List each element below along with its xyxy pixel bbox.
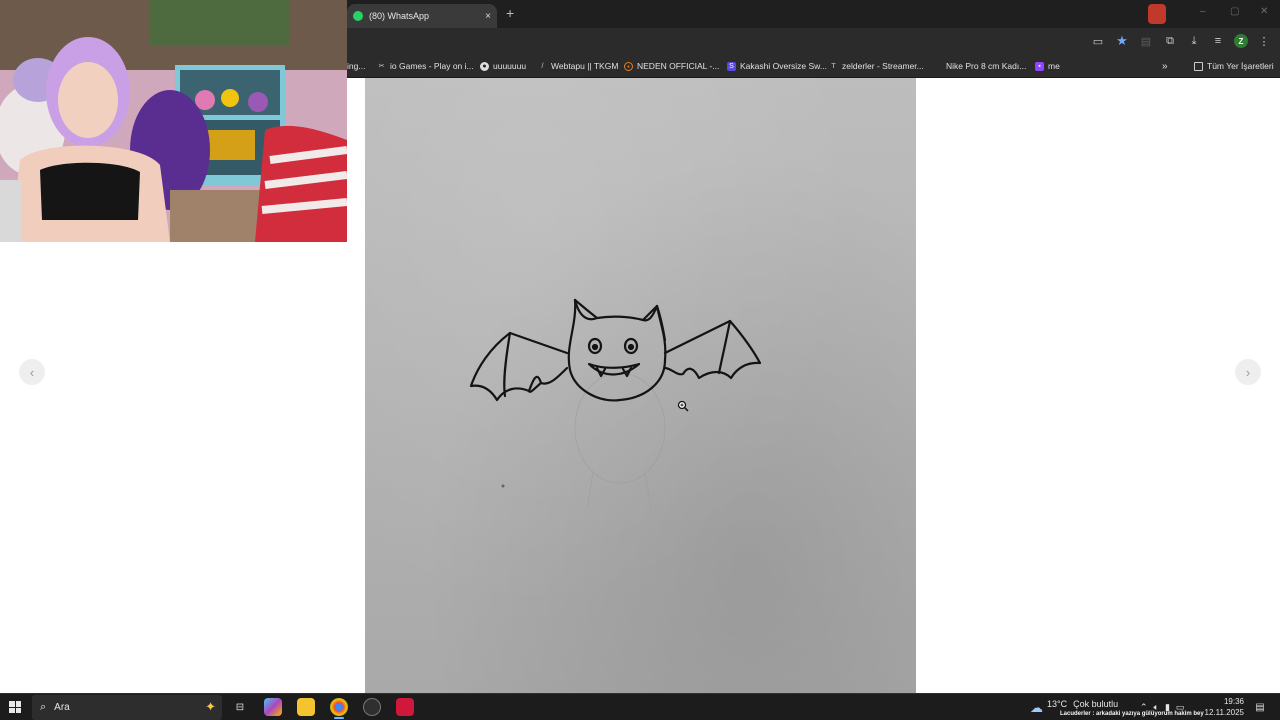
tab-title: (80) WhatsApp	[369, 11, 430, 21]
toolbar-icons: ▭ ★ ▤ ⧉ ⤓ ≡ Z ⋮	[1090, 33, 1272, 49]
opera-gx-icon[interactable]	[396, 698, 414, 716]
maximize-icon[interactable]: ▢	[1230, 6, 1239, 17]
shopier-icon: S	[727, 61, 736, 71]
cast-icon[interactable]: ▭	[1090, 33, 1106, 49]
tt-icon: T	[831, 62, 836, 70]
task-view-icon[interactable]: ⊟	[231, 698, 249, 716]
media-control-icon[interactable]: ≡	[1210, 33, 1226, 49]
windows-taskbar: ⌕ Ara ✦ ⊟ ☁ 13°C Çok bulutlu Lacuderler …	[0, 693, 1280, 720]
bookmark-item[interactable]: ✂ io Games - Play on i...	[377, 61, 474, 71]
file-explorer-icon[interactable]	[297, 698, 315, 716]
obs-icon[interactable]	[363, 698, 381, 716]
system-tray: ⌃ 🔈︎ ▮ ▭	[1140, 694, 1184, 720]
all-bookmarks-button[interactable]: Tüm Yer İşaretleri	[1194, 61, 1274, 71]
close-window-icon[interactable]: ✕	[1260, 6, 1268, 17]
chrome-active-indicator	[334, 717, 344, 719]
bookmark-star-icon[interactable]: ★	[1114, 33, 1130, 49]
taskbar-clock[interactable]: 19:36 12.11.2025	[1205, 696, 1244, 718]
bookmark-item[interactable]: S Kakashi Oversize Sw...	[727, 61, 827, 71]
microphone-icon[interactable]: ▮	[1165, 702, 1170, 713]
search-icon: ⌕	[40, 701, 47, 713]
bookmark-item[interactable]: • NEDEN OFFICIAL -...	[624, 61, 719, 71]
clock-time: 19:36	[1223, 697, 1244, 706]
reading-list-icon[interactable]: ▤	[1138, 33, 1154, 49]
extensions-icon[interactable]: ⧉	[1162, 33, 1178, 49]
next-image-button[interactable]: ›	[1235, 359, 1261, 385]
speaker-icon[interactable]: 🔈︎	[1154, 702, 1159, 713]
weather-temp: 13°C	[1047, 698, 1068, 709]
tab-close-button[interactable]: ×	[485, 11, 491, 22]
search-highlight-icon: ✦	[205, 699, 216, 714]
minimize-icon[interactable]: –	[1200, 6, 1206, 17]
folder-icon	[1194, 61, 1203, 71]
twitch-icon: ▪	[1035, 61, 1044, 71]
profile-avatar-icon[interactable]: Z	[1234, 34, 1248, 48]
bookmark-item[interactable]: Nike Pro 8 cm Kadı...	[946, 61, 1026, 71]
weather-desc: Çok bulutlu	[1073, 698, 1119, 709]
new-tab-button[interactable]: +	[506, 6, 514, 20]
io-games-icon: ✂	[378, 62, 385, 70]
bat-drawing-image[interactable]	[365, 78, 916, 693]
windows-start-icon[interactable]	[9, 701, 21, 713]
notifications-icon[interactable]: ▤	[1251, 698, 1269, 716]
bookmark-item[interactable]: Tzelderler - Streamer...	[829, 61, 923, 71]
streamer-webcam-feed	[0, 0, 347, 242]
profile-badge-icon[interactable]	[1148, 4, 1166, 24]
zoom-in-icon	[677, 400, 689, 412]
screen: (80) WhatsApp × + – ▢ ✕ ▭ ★ ▤ ⧉ ⤓ ≡ Z ⋮ …	[0, 0, 1280, 720]
webtapu-icon: /	[541, 62, 544, 70]
download-icon[interactable]: ⤓	[1186, 33, 1202, 49]
tab-whatsapp[interactable]: (80) WhatsApp ×	[347, 4, 497, 28]
neden-icon: •	[624, 61, 633, 71]
copilot-icon[interactable]	[264, 698, 282, 716]
webcam-overlay	[0, 0, 347, 242]
bookmark-item[interactable]: / Webtapu || TKGM	[538, 61, 619, 71]
weather-icon: ☁	[1030, 699, 1043, 715]
bookmark-item[interactable]: ing...	[347, 61, 365, 71]
github-icon: ●	[480, 61, 489, 71]
chrome-icon[interactable]	[330, 698, 348, 716]
bookmark-item[interactable]: ● uuuuuuu	[480, 61, 526, 71]
clock-date: 12.11.2025	[1204, 708, 1244, 717]
menu-dots-icon[interactable]: ⋮	[1256, 33, 1272, 49]
bat-drawing	[469, 298, 762, 509]
search-placeholder: Ara	[54, 702, 70, 713]
bookmark-item[interactable]: ▪ me	[1035, 61, 1060, 71]
taskbar-search-box[interactable]: ⌕ Ara ✦	[32, 695, 222, 720]
more-bookmarks-button[interactable]: »	[1162, 61, 1168, 72]
whatsapp-icon	[353, 11, 363, 21]
chevron-up-icon[interactable]: ⌃	[1140, 702, 1148, 713]
previous-image-button[interactable]: ‹	[19, 359, 45, 385]
display-icon[interactable]: ▭	[1176, 702, 1185, 713]
